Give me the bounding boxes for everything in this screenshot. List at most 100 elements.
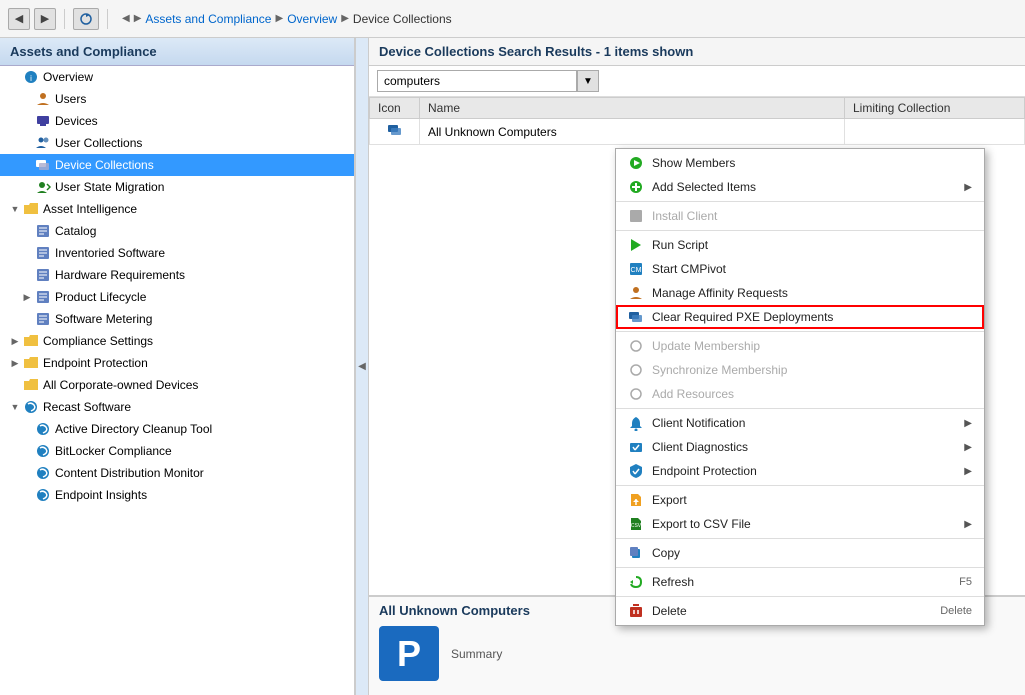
delete-shortcut: Delete xyxy=(940,605,972,617)
search-dropdown-button[interactable]: ▼ xyxy=(577,70,599,92)
search-input[interactable] xyxy=(377,70,577,92)
cm-sep7 xyxy=(616,567,984,568)
content-dist-label: Content Distribution Monitor xyxy=(55,466,204,480)
expand-ad xyxy=(20,422,34,436)
sidebar-item-all-corporate[interactable]: All Corporate-owned Devices xyxy=(0,374,354,396)
cm-sep3 xyxy=(616,331,984,332)
expand-user-collections xyxy=(20,136,34,150)
sidebar-item-device-collections[interactable]: Device Collections xyxy=(0,154,354,176)
expand-content-dist xyxy=(20,466,34,480)
toolbar-sep1 xyxy=(64,9,65,29)
cm-cmpivot-label: Start CMPivot xyxy=(652,262,726,276)
sidebar-item-catalog[interactable]: Catalog xyxy=(0,220,354,242)
sidebar-item-devices[interactable]: Devices xyxy=(0,110,354,132)
summary-text: Summary xyxy=(451,647,502,661)
update-membership-icon xyxy=(628,338,644,354)
sidebar-item-product-lifecycle[interactable]: ▶ Product Lifecycle xyxy=(0,286,354,308)
cm-delete[interactable]: Delete Delete xyxy=(616,599,984,623)
endpoint-insights-label: Endpoint Insights xyxy=(55,488,147,502)
refresh-icon-button[interactable] xyxy=(73,8,99,30)
user-state-label: User State Migration xyxy=(55,180,164,194)
back-button[interactable]: ◀ xyxy=(8,8,30,30)
expand-ai: ▼ xyxy=(8,202,22,216)
expand-users xyxy=(20,92,34,106)
expand-inventoried xyxy=(20,246,34,260)
bitlocker-label: BitLocker Compliance xyxy=(55,444,172,458)
cm-run-script[interactable]: Run Script xyxy=(616,233,984,257)
left-panel: Assets and Compliance i Overview Users xyxy=(0,38,355,695)
synchronize-icon xyxy=(628,362,644,378)
users-icon xyxy=(35,91,51,107)
recast-label: Recast Software xyxy=(43,400,131,414)
sidebar-item-hardware-requirements[interactable]: Hardware Requirements xyxy=(0,264,354,286)
breadcrumb-arrow1: ▶ xyxy=(275,13,283,24)
add-resources-icon xyxy=(628,386,644,402)
inventoried-label: Inventoried Software xyxy=(55,246,165,260)
device-collections-row-icon xyxy=(387,122,403,138)
breadcrumb-assets[interactable]: Assets and Compliance xyxy=(145,12,271,26)
overview-icon: i xyxy=(23,69,39,85)
table-row[interactable]: All Unknown Computers xyxy=(370,119,1025,145)
show-members-icon xyxy=(628,155,644,171)
cm-export[interactable]: Export xyxy=(616,488,984,512)
cm-delete-label: Delete xyxy=(652,604,687,618)
breadcrumb-sep0: ◀ xyxy=(122,13,130,24)
expand-cs: ▶ xyxy=(8,334,22,348)
expand-bitlocker xyxy=(20,444,34,458)
user-collections-icon xyxy=(35,135,51,151)
compliance-icon xyxy=(23,333,39,349)
copy-icon xyxy=(628,545,644,561)
endpoint-protection-arrow: ▶ xyxy=(964,466,972,477)
expand-metering xyxy=(20,312,34,326)
cm-refresh[interactable]: Refresh F5 xyxy=(616,570,984,594)
devices-label: Devices xyxy=(55,114,98,128)
cm-client-notification[interactable]: Client Notification ▶ xyxy=(616,411,984,435)
cm-run-script-label: Run Script xyxy=(652,238,708,252)
sidebar-item-overview[interactable]: i Overview xyxy=(0,66,354,88)
affinity-icon xyxy=(628,285,644,301)
export-csv-icon: CSV xyxy=(628,516,644,532)
sidebar-item-endpoint-insights[interactable]: Endpoint Insights xyxy=(0,484,354,506)
sidebar-item-inventoried-software[interactable]: Inventoried Software xyxy=(0,242,354,264)
sidebar-item-endpoint-protection[interactable]: ▶ Endpoint Protection xyxy=(0,352,354,374)
cm-add-selected[interactable]: Add Selected Items ▶ xyxy=(616,175,984,199)
cm-synchronize: Synchronize Membership xyxy=(616,358,984,382)
cm-export-csv[interactable]: CSV Export to CSV File ▶ xyxy=(616,512,984,536)
breadcrumb-overview[interactable]: Overview xyxy=(287,12,337,26)
cm-client-diagnostics[interactable]: Client Diagnostics ▶ xyxy=(616,435,984,459)
cm-add-resources: Add Resources xyxy=(616,382,984,406)
sidebar-item-user-state[interactable]: User State Migration xyxy=(0,176,354,198)
cm-show-members[interactable]: Show Members xyxy=(616,151,984,175)
forward-button[interactable]: ▶ xyxy=(34,8,56,30)
sidebar-item-content-dist[interactable]: Content Distribution Monitor xyxy=(0,462,354,484)
cm-sep8 xyxy=(616,596,984,597)
sidebar-item-software-metering[interactable]: Software Metering xyxy=(0,308,354,330)
sidebar-item-asset-intelligence[interactable]: ▼ Asset Intelligence xyxy=(0,198,354,220)
cm-endpoint-protection[interactable]: Endpoint Protection ▶ xyxy=(616,459,984,483)
hardware-icon xyxy=(35,267,51,283)
cm-sep5 xyxy=(616,485,984,486)
cm-endpoint-protection-label: Endpoint Protection xyxy=(652,464,757,478)
expand-hardware xyxy=(20,268,34,282)
bitlocker-icon xyxy=(35,443,51,459)
sidebar-item-user-collections[interactable]: User Collections xyxy=(0,132,354,154)
cm-client-diagnostics-label: Client Diagnostics xyxy=(652,440,748,454)
cm-clear-pxe[interactable]: Clear Required PXE Deployments xyxy=(616,305,984,329)
cm-refresh-label: Refresh xyxy=(652,575,694,589)
sidebar-item-users[interactable]: Users xyxy=(0,88,354,110)
sidebar-item-recast-software[interactable]: ▼ Recast Software xyxy=(0,396,354,418)
recast-icon xyxy=(23,399,39,415)
sidebar-item-compliance-settings[interactable]: ▶ Compliance Settings xyxy=(0,330,354,352)
sidebar-item-bitlocker[interactable]: BitLocker Compliance xyxy=(0,440,354,462)
sidebar-item-ad-cleanup[interactable]: Active Directory Cleanup Tool xyxy=(0,418,354,440)
cm-synchronize-label: Synchronize Membership xyxy=(652,363,787,377)
cm-copy[interactable]: Copy xyxy=(616,541,984,565)
cm-manage-affinity[interactable]: Manage Affinity Requests xyxy=(616,281,984,305)
cm-sep1 xyxy=(616,201,984,202)
overview-label: Overview xyxy=(43,70,93,84)
cm-start-cmpivot[interactable]: CM Start CMPivot xyxy=(616,257,984,281)
endpoint-protection-cm-icon xyxy=(628,463,644,479)
software-metering-icon xyxy=(35,311,51,327)
collapse-panel-button[interactable]: ◀ xyxy=(355,38,369,695)
ad-cleanup-label: Active Directory Cleanup Tool xyxy=(55,422,212,436)
